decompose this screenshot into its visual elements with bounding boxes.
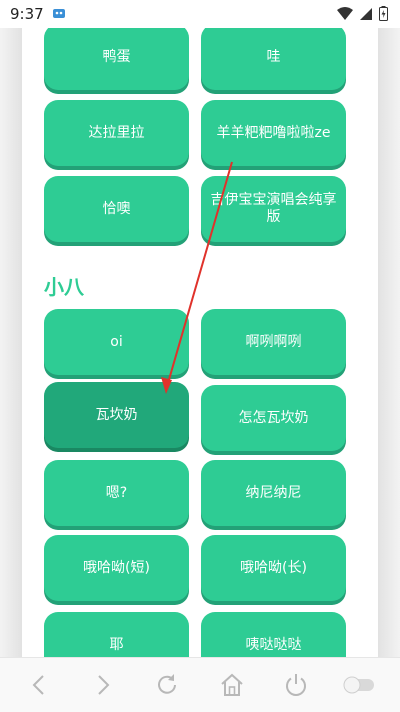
back-icon[interactable] [24,670,54,700]
battery-icon [379,6,388,21]
sound-button-pressed[interactable]: 瓦坎奶 [44,382,189,448]
sound-button[interactable]: 啊咧啊咧 [201,309,346,375]
sound-button[interactable]: 羊羊粑粑噜啦啦ze [201,100,346,166]
sound-button[interactable]: 达拉里拉 [44,100,189,166]
sound-button[interactable]: 恰噢 [44,176,189,242]
status-time: 9:37 [10,5,44,23]
browser-nav-bar [0,657,400,712]
sound-button[interactable]: 嗯? [44,460,189,526]
refresh-icon[interactable] [152,670,182,700]
sound-button[interactable]: 哦哈呦(长) [201,535,346,601]
sound-button[interactable]: oi [44,309,189,375]
power-icon[interactable] [281,670,311,700]
sound-button[interactable]: 耶 [44,612,189,657]
sound-board[interactable]: 鸭蛋 哇 达拉里拉 羊羊粑粑噜啦啦ze 恰噢 吉伊宝宝演唱会纯享版 小八 oi … [22,28,378,657]
sound-button[interactable]: 鸭蛋 [44,28,189,90]
page-margin-left [0,28,22,657]
signal-icon [360,7,372,20]
home-icon[interactable] [217,670,247,700]
status-icons [337,6,388,21]
sound-button[interactable]: 怎怎瓦坎奶 [201,385,346,451]
wifi-icon [337,6,353,20]
forward-icon[interactable] [88,670,118,700]
sound-button[interactable]: 哦哈呦(短) [44,535,189,601]
app-notification-icon [53,9,65,18]
sound-button[interactable]: 咦哒哒哒 [201,612,346,657]
toggle-icon[interactable] [340,670,376,700]
sound-button[interactable]: 吉伊宝宝演唱会纯享版 [201,176,346,242]
sound-button[interactable]: 哇 [201,28,346,90]
sound-button[interactable]: 纳尼纳尼 [201,460,346,526]
page-margin-right [378,28,400,657]
section-title: 小八 [44,275,84,299]
status-bar: 9:37 [0,0,400,28]
